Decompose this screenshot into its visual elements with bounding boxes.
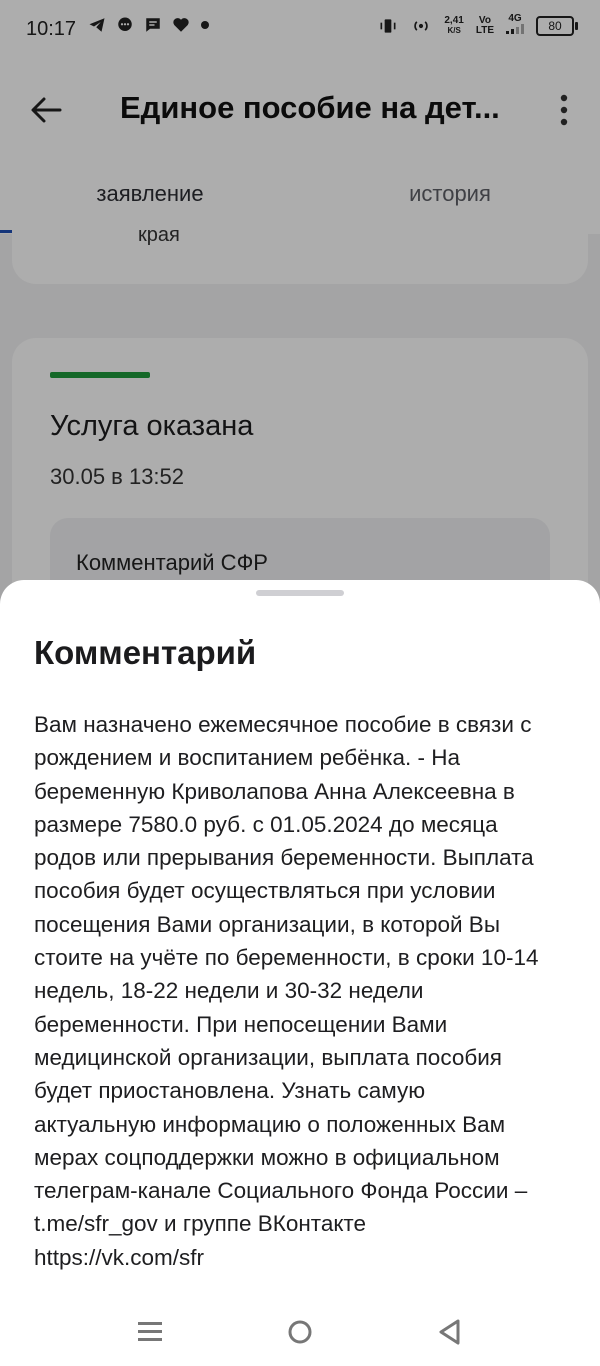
bottom-sheet: Комментарий Вам назначено ежемесячное по…: [0, 580, 600, 1366]
sheet-body-text: Вам назначено ежемесячное пособие в связ…: [34, 712, 539, 1270]
sheet-title: Комментарий: [34, 634, 257, 671]
home-icon[interactable]: [280, 1314, 320, 1350]
back-triangle-icon[interactable]: [430, 1314, 470, 1350]
drag-handle[interactable]: [256, 590, 344, 596]
system-nav-bar: [0, 1296, 600, 1366]
menu-icon[interactable]: [130, 1314, 170, 1350]
